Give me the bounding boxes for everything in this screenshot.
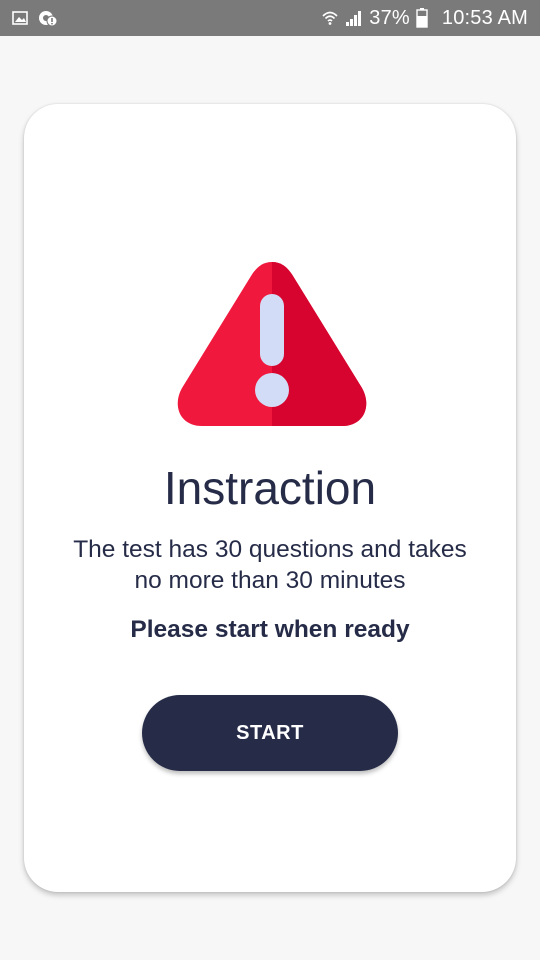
warning-triangle-icon (174, 256, 370, 432)
battery-icon (416, 8, 428, 28)
signal-icon (345, 9, 363, 27)
image-icon (12, 11, 28, 25)
status-bar: 37% 10:53 AM (0, 0, 540, 36)
page-title: Instraction (163, 462, 377, 514)
description-line-1: The test has 30 questions and takes (73, 536, 467, 563)
instruction-description: The test has 30 questions and takes no m… (44, 534, 496, 596)
battery-percentage: 37% (369, 6, 410, 29)
start-button[interactable]: START (142, 695, 398, 771)
ready-prompt: Please start when ready (130, 616, 410, 643)
status-bar-left (12, 10, 58, 26)
description-line-2: no more than 30 minutes (134, 567, 406, 594)
wifi-icon (321, 9, 339, 27)
status-bar-right: 37% 10:53 AM (321, 7, 528, 30)
clock: 10:53 AM (441, 6, 528, 29)
notification-badge-icon (38, 10, 58, 26)
instruction-card: Instraction The test has 30 questions an… (24, 104, 516, 892)
